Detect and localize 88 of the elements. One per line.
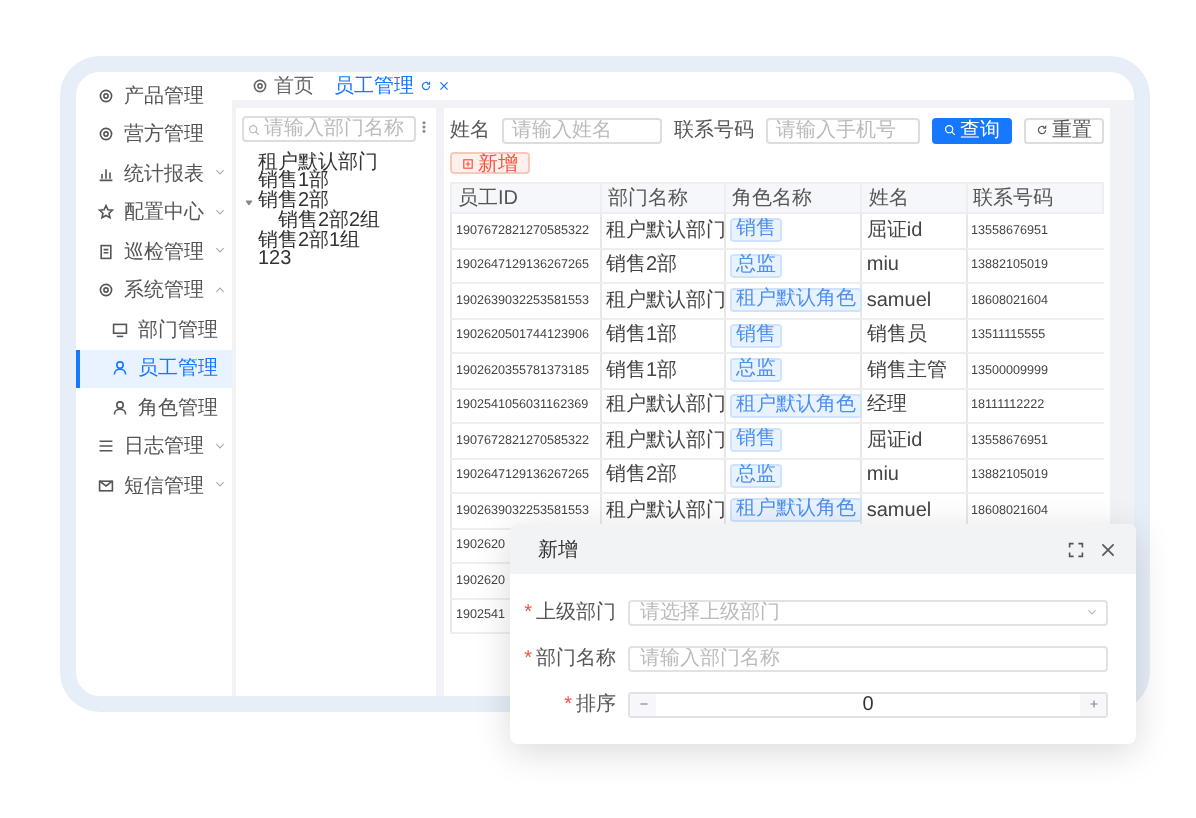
role-tag: 总监 bbox=[729, 358, 782, 383]
tree-node[interactable]: 租户默认部门 bbox=[258, 153, 378, 174]
input-field[interactable]: 请输入手机号 bbox=[766, 117, 920, 143]
tree-node[interactable]: 123 bbox=[258, 250, 292, 271]
dialog-title: 新增 bbox=[538, 537, 580, 563]
role-tag: 租户默认角色 bbox=[729, 393, 862, 418]
fullscreen-icon bbox=[1068, 541, 1084, 557]
tree-node[interactable]: 销售2部2组 bbox=[278, 211, 381, 232]
search-button[interactable]: 查询 bbox=[932, 117, 1012, 143]
table-cell: 屈证id bbox=[866, 219, 923, 242]
chevron-down-icon bbox=[214, 478, 226, 491]
sidebar-item[interactable]: 产品管理 bbox=[76, 76, 232, 115]
tab[interactable]: 员工管理 bbox=[334, 72, 450, 100]
column-header[interactable]: 角色名称 bbox=[724, 183, 862, 213]
tree-node[interactable]: 销售2部 bbox=[258, 192, 330, 213]
star-icon bbox=[98, 204, 114, 221]
number-field[interactable]: 0 bbox=[628, 691, 1108, 717]
minus-icon bbox=[637, 698, 649, 710]
plus-square-icon bbox=[462, 157, 474, 169]
table-cell: 租户默认部门 bbox=[605, 499, 726, 522]
role-tag: 租户默认角色 bbox=[729, 498, 862, 523]
sidebar-item[interactable]: 统计报表 bbox=[76, 154, 232, 193]
chevron-down-icon bbox=[214, 205, 226, 218]
plus-icon bbox=[1087, 698, 1099, 710]
role-tag: 销售 bbox=[729, 323, 782, 348]
chevron-down-icon bbox=[214, 439, 226, 452]
field-label: * 排序 bbox=[562, 691, 616, 718]
chevron-down-icon bbox=[214, 244, 226, 257]
role-tag: 租户默认角色 bbox=[729, 288, 862, 313]
table-cell: miu bbox=[866, 464, 899, 487]
list-icon bbox=[98, 438, 114, 455]
role-tag: 销售 bbox=[729, 428, 782, 453]
chevron-down-icon bbox=[214, 166, 226, 179]
person-icon bbox=[112, 360, 128, 377]
table-cell: 租户默认部门 bbox=[605, 219, 726, 242]
tree-node[interactable]: 销售2部1组 bbox=[258, 231, 361, 252]
table-cell: miu bbox=[866, 254, 899, 277]
table-cell: 屈证id bbox=[866, 429, 923, 452]
column-header[interactable]: 员工ID bbox=[451, 183, 601, 213]
table-cell: 租户默认部门 bbox=[605, 289, 726, 312]
table-cell: 销售2部 bbox=[605, 254, 678, 277]
field-label: * 部门名称 bbox=[522, 645, 616, 672]
sidebar-item[interactable]: 短信管理 bbox=[76, 466, 232, 505]
person-icon bbox=[112, 399, 128, 416]
reset-button[interactable]: 重置 bbox=[1024, 117, 1104, 143]
table-cell: 销售1部 bbox=[605, 359, 678, 382]
search-icon bbox=[248, 123, 260, 135]
table-cell: 销售员 bbox=[866, 324, 927, 347]
sidebar-item[interactable]: 系统管理 bbox=[76, 271, 232, 310]
sidebar-item[interactable]: 员工管理 bbox=[76, 349, 232, 388]
table-cell: 销售2部 bbox=[605, 464, 678, 487]
table-cell: 租户默认部门 bbox=[605, 394, 726, 417]
column-header[interactable]: 联系号码 bbox=[966, 183, 1103, 213]
table-cell: 经理 bbox=[866, 394, 907, 417]
more-icon bbox=[418, 117, 430, 135]
close-icon bbox=[438, 80, 450, 92]
table-cell: samuel bbox=[866, 499, 932, 522]
search-icon bbox=[944, 124, 956, 136]
sidebar-item[interactable]: 巡检管理 bbox=[76, 232, 232, 271]
table-cell: samuel bbox=[866, 289, 932, 312]
field-label: 姓名 bbox=[450, 118, 490, 144]
input-field[interactable]: 请输入姓名 bbox=[502, 117, 663, 143]
sidebar-item[interactable]: 配置中心 bbox=[76, 193, 232, 232]
refresh-icon bbox=[1036, 124, 1048, 136]
refresh-icon bbox=[420, 80, 432, 92]
tab[interactable]: 首页 bbox=[252, 72, 314, 100]
role-tag: 总监 bbox=[729, 463, 782, 488]
sidebar-item[interactable]: 角色管理 bbox=[76, 388, 232, 427]
sidebar-item[interactable]: 营方管理 bbox=[76, 115, 232, 154]
table-cell: 销售1部 bbox=[605, 324, 678, 347]
column-header[interactable]: 部门名称 bbox=[600, 183, 725, 213]
mail-icon bbox=[98, 477, 114, 494]
role-tag: 销售 bbox=[729, 218, 782, 243]
chevron-down-icon bbox=[1086, 605, 1098, 617]
field-label: 联系号码 bbox=[674, 117, 755, 144]
table-cell: 销售主管 bbox=[866, 359, 947, 382]
role-tag: 总监 bbox=[729, 253, 782, 278]
close-icon bbox=[1100, 541, 1116, 557]
sidebar-item[interactable]: 日志管理 bbox=[76, 427, 232, 466]
sidebar-item[interactable]: 部门管理 bbox=[76, 310, 232, 349]
document-icon bbox=[98, 243, 114, 260]
field-label: * 上级部门 bbox=[522, 599, 616, 626]
monitor-icon bbox=[112, 321, 128, 338]
caret-down-icon bbox=[244, 197, 254, 208]
column-header[interactable]: 姓名 bbox=[861, 183, 967, 213]
chevron-up-icon bbox=[214, 283, 226, 296]
chart-icon bbox=[98, 165, 114, 182]
table-cell: 租户默认部门 bbox=[605, 429, 726, 452]
